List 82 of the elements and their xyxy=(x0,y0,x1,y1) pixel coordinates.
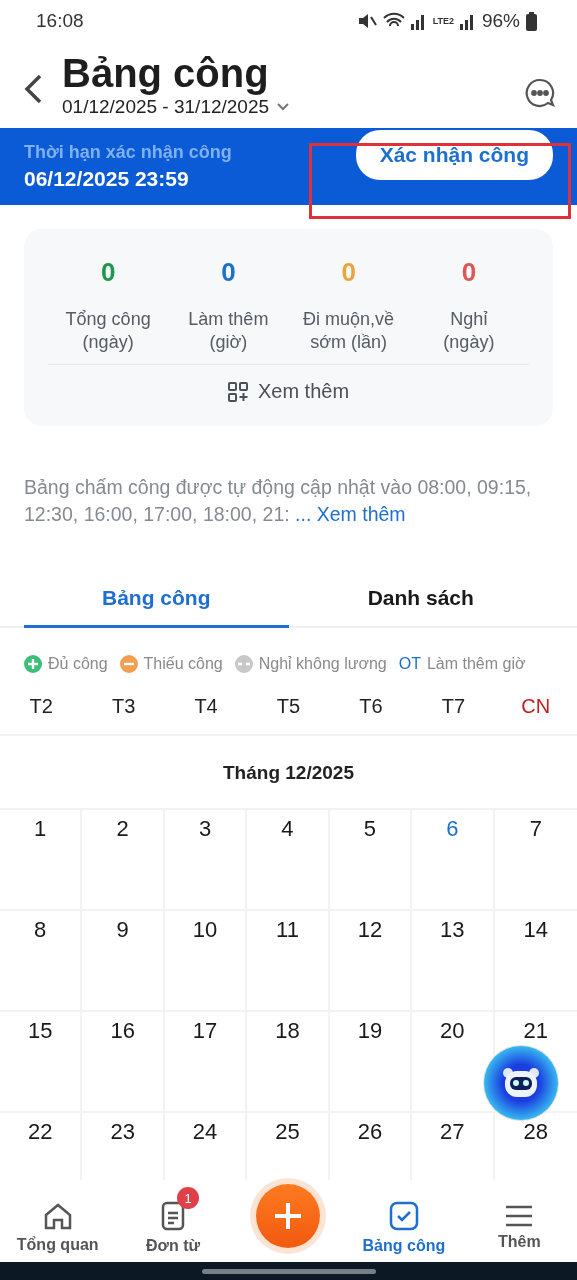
battery-icon xyxy=(526,11,537,31)
weekday-label: T7 xyxy=(440,695,466,718)
signal-icon xyxy=(459,12,476,30)
deadline-label: Thời hạn xác nhận công xyxy=(24,142,232,163)
see-more-link[interactable]: ... Xem thêm xyxy=(295,503,406,525)
tab[interactable]: Bảng công xyxy=(24,570,289,628)
document-icon xyxy=(161,1201,186,1231)
calendar-day[interactable]: 28 xyxy=(523,1119,548,1144)
calendar-day[interactable]: 13 xyxy=(440,917,465,942)
calendar-day[interactable]: 5 xyxy=(363,816,377,841)
page-title: Bảng công xyxy=(62,50,270,96)
back-icon[interactable] xyxy=(22,74,44,104)
calendar-day[interactable]: 15 xyxy=(27,1018,53,1043)
calendar-day[interactable]: 7 xyxy=(529,816,542,841)
update-notice: Bảng chấm công được tự động cập nhật vào 08:00, 09:15, 12:30, 16:00, 17:00, 18:00, 21: ... Xem thêm xyxy=(24,475,533,527)
date-range-selector[interactable]: 01/12/2025 - 31/12/2025 xyxy=(62,96,290,118)
nav-item[interactable]: Tổng quan xyxy=(0,1188,116,1254)
menu-icon xyxy=(505,1205,534,1227)
calendar-day[interactable]: 14 xyxy=(523,917,548,942)
stat-label: Nghỉ (ngày) xyxy=(442,308,496,354)
grid-add-icon xyxy=(227,381,248,402)
legend-label: Thiếu công xyxy=(143,655,223,673)
weekday-label: T6 xyxy=(358,695,384,718)
stat-value: 0 xyxy=(341,257,356,288)
home-handle[interactable] xyxy=(201,1268,376,1274)
calendar-day[interactable]: 12 xyxy=(357,917,383,942)
calendar-day[interactable]: 17 xyxy=(192,1018,218,1043)
checkbox-icon xyxy=(388,1201,419,1231)
nav-item[interactable]: 1 Đơn từ xyxy=(115,1187,231,1255)
nav-item[interactable]: Bảng công xyxy=(346,1187,462,1255)
calendar-day[interactable]: 8 xyxy=(34,917,47,942)
calendar-day[interactable]: 25 xyxy=(275,1119,300,1144)
calendar-day[interactable]: 27 xyxy=(440,1119,465,1144)
calendar-day[interactable]: 11 xyxy=(276,917,299,942)
calendar-day[interactable]: 10 xyxy=(192,917,218,942)
weekday-label: CN xyxy=(520,695,552,718)
status-time: 16:08 xyxy=(36,10,84,32)
tab[interactable]: Danh sách xyxy=(288,570,553,628)
weekday-label: T5 xyxy=(275,695,302,718)
confirm-button[interactable]: Xác nhận công xyxy=(355,129,553,180)
home-icon xyxy=(42,1202,73,1230)
legend-label: Làm thêm giờ xyxy=(426,655,526,673)
calendar-day[interactable]: 16 xyxy=(110,1018,135,1043)
month-label: Tháng 12/2025 xyxy=(222,761,355,785)
calendar-day[interactable]: 6 xyxy=(446,816,459,841)
stat-label: Tổng công (ngày) xyxy=(64,308,152,354)
robot-icon xyxy=(501,1066,541,1100)
weekday-label: T4 xyxy=(193,695,219,718)
calendar-day[interactable]: 18 xyxy=(275,1018,300,1043)
battery-percent: 96% xyxy=(481,10,520,32)
signal-icon xyxy=(410,12,427,30)
deadline-date: 06/12/2025 23:59 xyxy=(24,167,190,191)
calendar-day[interactable]: 3 xyxy=(198,816,212,841)
chevron-down-icon xyxy=(277,103,290,111)
calendar-day[interactable]: 9 xyxy=(116,917,129,942)
stat-value: 0 xyxy=(100,257,116,288)
notification-badge: 1 xyxy=(177,1187,200,1209)
chat-icon[interactable] xyxy=(525,78,555,108)
calendar-day[interactable]: 19 xyxy=(357,1018,383,1043)
stat-label: Đi muộn,về sớm (lần) xyxy=(302,308,395,354)
nav-item[interactable]: Thêm xyxy=(461,1191,577,1251)
calendar-day[interactable]: 20 xyxy=(440,1018,465,1043)
calendar-day[interactable]: 4 xyxy=(281,816,294,841)
calendar-day[interactable]: 24 xyxy=(192,1119,218,1144)
calendar-day[interactable]: 23 xyxy=(110,1119,135,1144)
calendar-day[interactable]: 26 xyxy=(357,1119,383,1144)
network-label: LTE2 xyxy=(432,16,454,26)
legend-label: Nghỉ không lương xyxy=(258,655,387,673)
mute-icon xyxy=(356,12,377,30)
legend-label: Đủ công xyxy=(48,655,108,673)
stat-value: 0 xyxy=(221,257,236,288)
stat-label: Làm thêm (giờ) xyxy=(187,308,270,354)
calendar-day[interactable]: 2 xyxy=(116,816,129,841)
calendar-day[interactable]: 22 xyxy=(27,1119,53,1144)
see-more-button[interactable]: Xem thêm xyxy=(221,379,356,404)
plus-icon xyxy=(273,1201,304,1231)
weekday-label: T3 xyxy=(110,695,137,718)
calendar-day[interactable]: 1 xyxy=(34,816,47,841)
stat-value: 0 xyxy=(461,257,477,288)
overtime-mark: OT xyxy=(398,655,421,673)
calendar-day[interactable]: 21 xyxy=(523,1018,548,1043)
weekday-label: T2 xyxy=(28,695,54,718)
